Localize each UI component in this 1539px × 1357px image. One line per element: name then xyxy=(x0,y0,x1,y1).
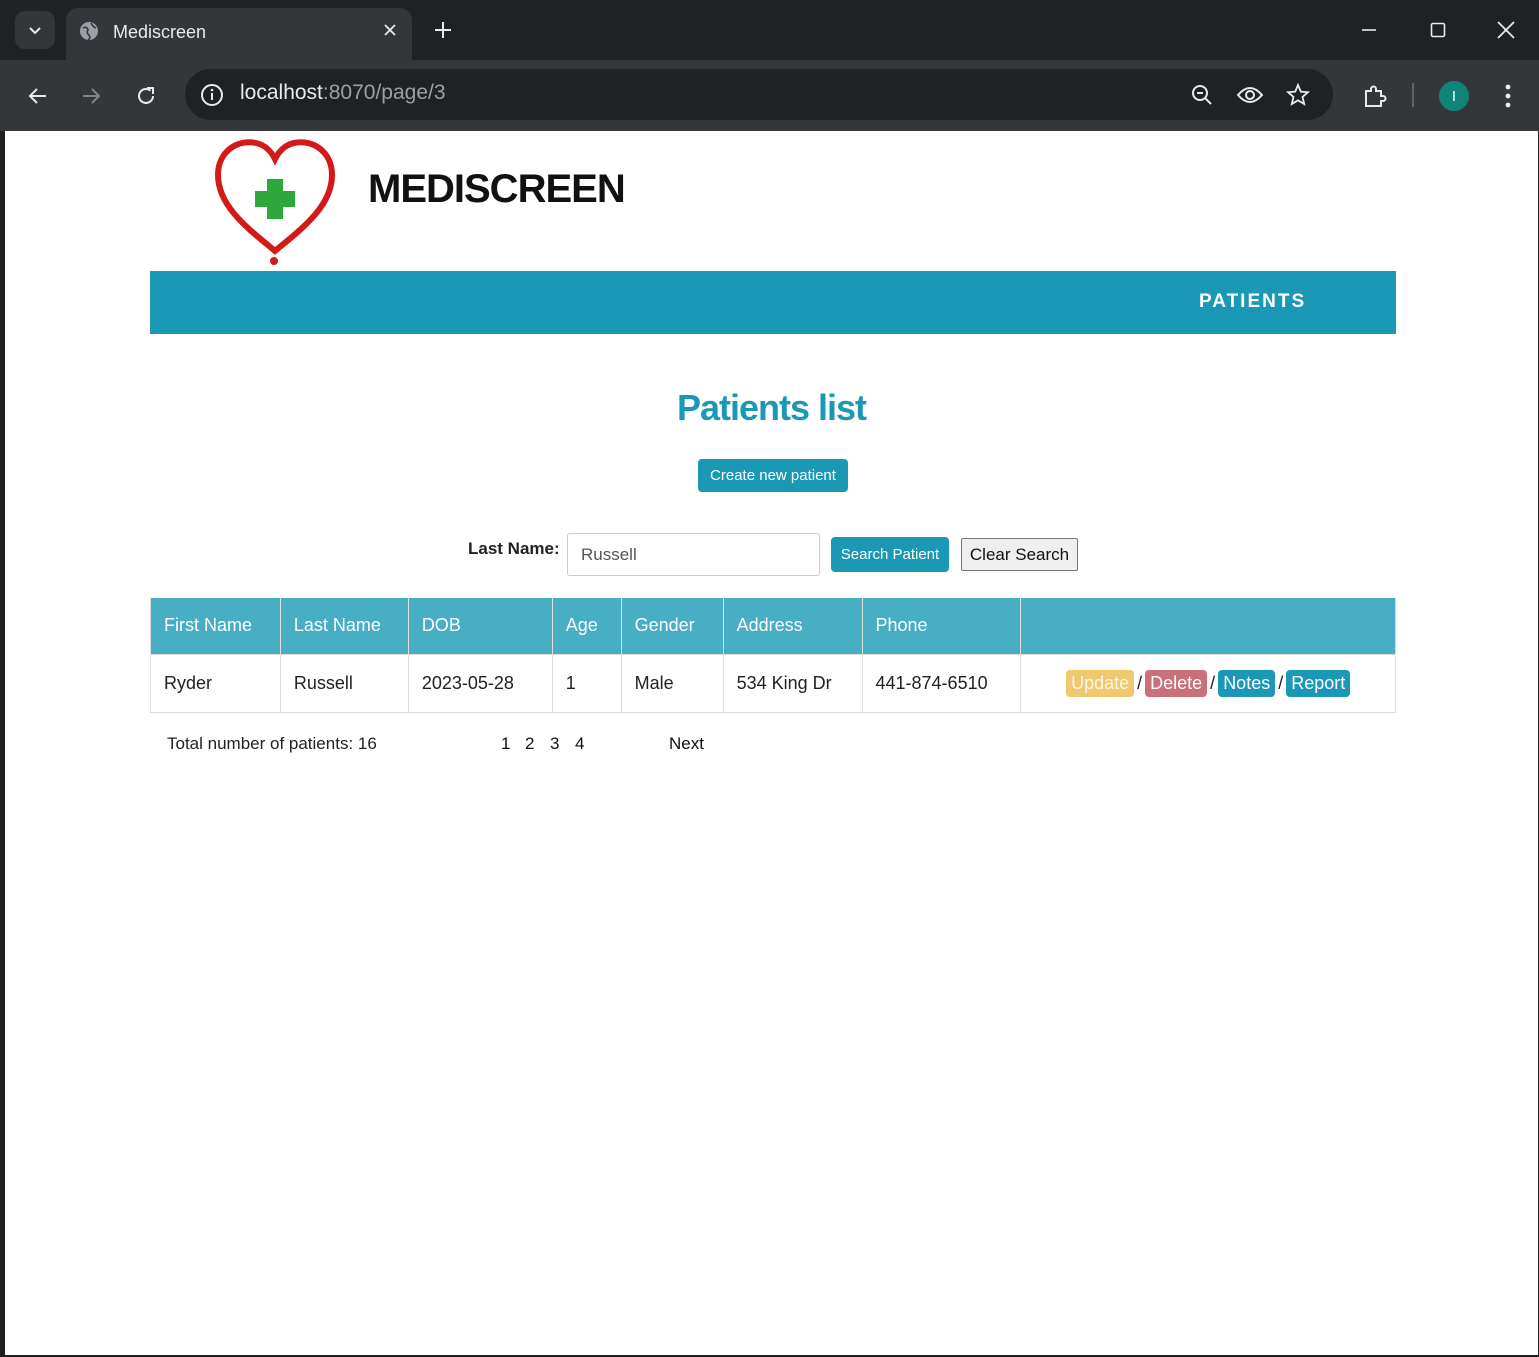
column-header-dob: DOB xyxy=(407,598,553,655)
cell-dob: 2023-05-28 xyxy=(407,653,553,713)
column-header-actions xyxy=(1020,598,1396,655)
column-header-last-name: Last Name xyxy=(279,598,409,655)
page-viewport: MEDISCREEN PATIENTS Patients list Create… xyxy=(5,131,1538,1355)
reload-button[interactable] xyxy=(128,78,164,114)
star-icon xyxy=(1286,83,1310,106)
extensions-button[interactable] xyxy=(1358,79,1392,113)
address-bar[interactable]: localhost:8070/page/3 xyxy=(185,69,1333,120)
page-link-1[interactable]: 1 xyxy=(501,734,510,754)
action-separator: / xyxy=(1137,672,1143,693)
close-icon xyxy=(1497,21,1515,39)
last-name-label: Last Name: xyxy=(468,539,560,558)
clear-search-button[interactable]: Clear Search xyxy=(961,538,1078,571)
cell-actions: Update / Delete / Notes / Report xyxy=(1020,653,1396,713)
chevron-down-icon xyxy=(29,27,41,35)
search-patient-button[interactable]: Search Patient xyxy=(831,537,949,572)
browser-tab[interactable]: Mediscreen xyxy=(66,8,412,60)
info-icon[interactable] xyxy=(199,82,225,108)
bookmark-button[interactable] xyxy=(1284,81,1312,109)
table-header-row: First Name Last Name DOB Age Gender Addr… xyxy=(150,598,1396,655)
cell-age: 1 xyxy=(551,653,622,713)
reload-icon xyxy=(138,87,154,104)
column-header-first-name: First Name xyxy=(150,598,281,655)
visibility-button[interactable] xyxy=(1236,81,1264,109)
url-path: :8070/page/3 xyxy=(322,81,446,104)
report-button[interactable]: Report xyxy=(1286,669,1351,697)
last-name-search-input[interactable] xyxy=(567,533,820,576)
next-page-link[interactable]: Next xyxy=(669,734,704,754)
column-header-age: Age xyxy=(551,598,622,655)
patients-table: First Name Last Name DOB Age Gender Addr… xyxy=(150,598,1396,713)
cell-first-name: Ryder xyxy=(150,653,281,713)
maximize-button[interactable] xyxy=(1420,12,1456,48)
page-link-2[interactable]: 2 xyxy=(525,734,534,754)
cell-address: 534 King Dr xyxy=(722,653,863,713)
new-tab-button[interactable] xyxy=(428,15,458,45)
back-button[interactable] xyxy=(20,78,56,114)
puzzle-icon xyxy=(1365,85,1387,107)
eye-icon xyxy=(1236,87,1264,103)
nav-link-patients[interactable]: PATIENTS xyxy=(1199,291,1306,313)
table-row: Ryder Russell 2023-05-28 1 Male 534 King… xyxy=(150,653,1396,713)
action-separator: / xyxy=(1210,672,1216,693)
page-link-4[interactable]: 4 xyxy=(575,734,584,754)
profile-avatar[interactable]: I xyxy=(1439,81,1469,111)
browser-toolbar: localhost:8070/page/3 I xyxy=(0,60,1539,131)
zoom-button[interactable] xyxy=(1188,81,1216,109)
cell-last-name: Russell xyxy=(279,653,409,713)
minimize-button[interactable] xyxy=(1351,12,1387,48)
page-title: Patients list xyxy=(676,387,867,428)
forward-button[interactable] xyxy=(73,78,109,114)
cell-gender: Male xyxy=(620,653,724,713)
update-button[interactable]: Update xyxy=(1066,669,1135,697)
tab-search-button[interactable] xyxy=(15,11,55,49)
close-icon xyxy=(384,24,396,36)
maximize-icon xyxy=(1430,22,1446,38)
tab-close-button[interactable] xyxy=(378,18,402,42)
zoom-out-icon xyxy=(1192,85,1212,105)
close-window-button[interactable] xyxy=(1488,12,1524,48)
create-patient-button[interactable]: Create new patient xyxy=(698,459,848,492)
url-text[interactable]: localhost:8070/page/3 xyxy=(240,81,446,105)
main-navbar: PATIENTS xyxy=(150,271,1396,334)
menu-button[interactable] xyxy=(1491,79,1525,113)
more-vert-icon xyxy=(1505,84,1511,108)
cell-phone: 441-874-6510 xyxy=(861,653,1022,713)
browser-titlebar: Mediscreen xyxy=(0,0,1539,60)
notes-button[interactable]: Notes xyxy=(1218,669,1276,697)
column-header-gender: Gender xyxy=(620,598,724,655)
total-patients-count: Total number of patients: 16 xyxy=(167,734,377,753)
plus-icon xyxy=(435,22,451,38)
toolbar-separator xyxy=(1412,83,1414,107)
tab-title: Mediscreen xyxy=(113,22,207,42)
page-link-3[interactable]: 3 xyxy=(550,734,559,754)
column-header-address: Address xyxy=(722,598,863,655)
column-header-phone: Phone xyxy=(861,598,1022,655)
delete-button[interactable]: Delete xyxy=(1145,669,1208,697)
url-host: localhost xyxy=(240,81,323,104)
brand-name: MEDISCREEN xyxy=(368,167,626,211)
arrow-right-icon xyxy=(83,88,101,104)
heart-cross-logo xyxy=(214,139,336,265)
arrow-left-icon xyxy=(28,88,46,104)
globe-icon xyxy=(80,22,98,41)
action-separator: / xyxy=(1278,672,1284,693)
minimize-icon xyxy=(1362,29,1376,31)
